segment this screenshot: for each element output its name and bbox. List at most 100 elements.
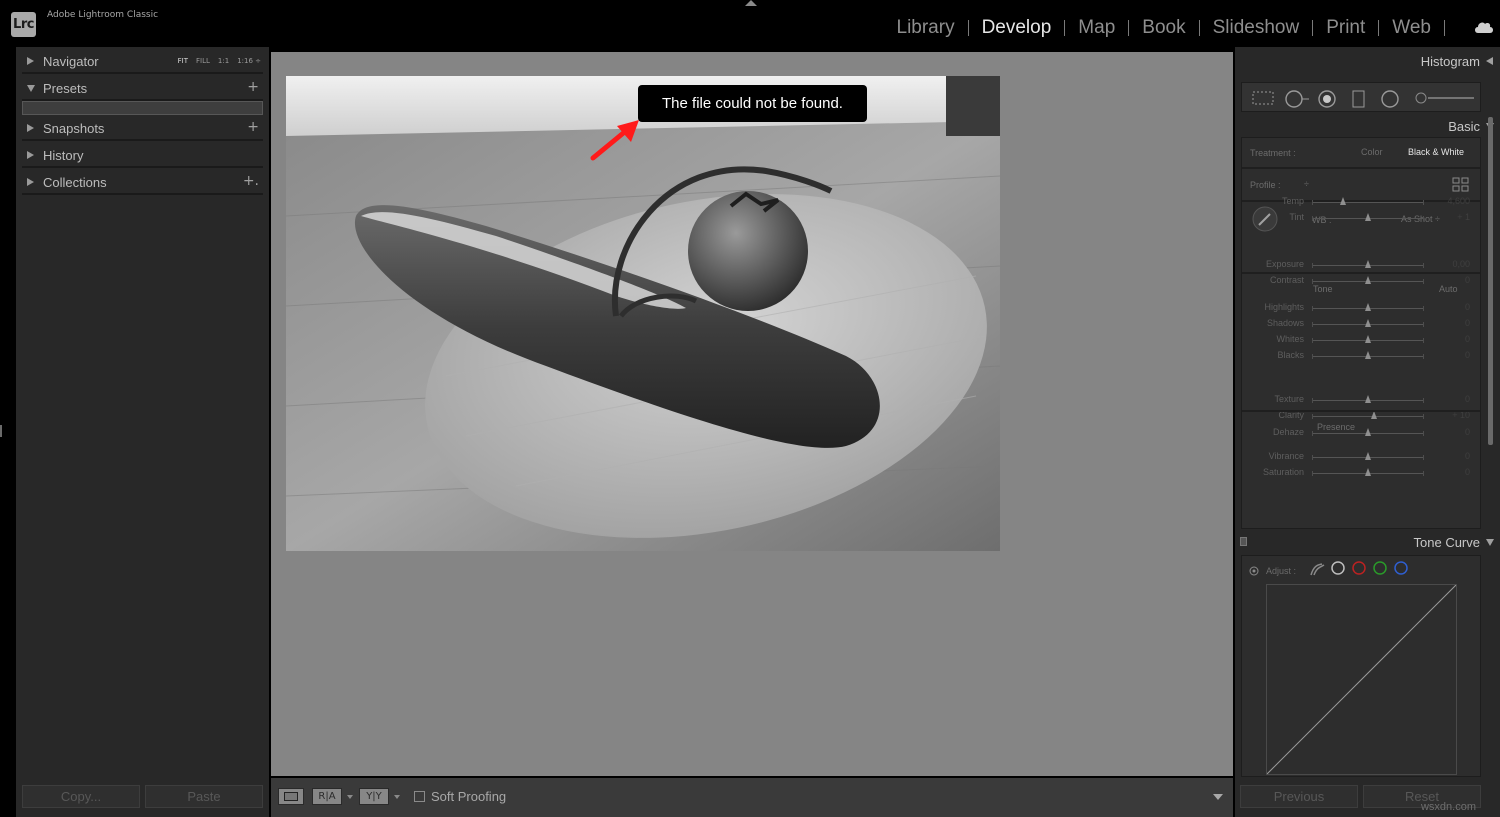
profile-dropdown[interactable]: ÷ (1304, 179, 1309, 189)
slider-knob[interactable] (1365, 428, 1371, 436)
slider-knob[interactable] (1365, 395, 1371, 403)
zoom-fit[interactable]: FIT (178, 57, 188, 65)
expand-triangle-icon (27, 57, 34, 65)
slider-knob[interactable] (1340, 197, 1347, 205)
slider-value-temp[interactable]: 4,600 (1430, 196, 1470, 206)
slider-knob[interactable] (1365, 276, 1371, 284)
slider-clarity[interactable] (1312, 411, 1424, 419)
module-slideshow[interactable]: Slideshow (1213, 17, 1300, 39)
module-book[interactable]: Book (1142, 17, 1185, 39)
module-develop[interactable]: Develop (982, 17, 1052, 39)
soft-proofing-checkbox[interactable] (414, 791, 425, 802)
tone-curve-graph[interactable] (1266, 584, 1457, 775)
crop-overlay-icon[interactable] (1252, 90, 1274, 106)
histogram-collapse-icon[interactable] (1486, 57, 1493, 65)
slider-knob[interactable] (1365, 260, 1371, 268)
collapse-triangle-icon (27, 85, 35, 92)
slider-value-tint[interactable]: + 1 (1430, 212, 1470, 222)
treatment-color-option[interactable]: Color (1361, 147, 1383, 157)
histogram-title[interactable]: Histogram (1421, 54, 1480, 69)
previous-button[interactable]: Previous (1240, 785, 1358, 808)
slider-whites[interactable] (1312, 335, 1424, 343)
slider-knob[interactable] (1365, 468, 1371, 476)
left-panel-toggle[interactable] (0, 425, 2, 437)
slider-value-dehaze[interactable]: 0 (1430, 427, 1470, 437)
slider-value-shadows[interactable]: 0 (1430, 318, 1470, 328)
tone-curve-collapse-icon[interactable] (1486, 539, 1494, 546)
navigator-header[interactable]: Navigator FIT FILL 1:1 1:16 ÷ (22, 48, 263, 74)
slider-value-exposure[interactable]: 0,00 (1430, 259, 1470, 269)
curve-red-icon[interactable] (1351, 560, 1367, 576)
before-after-dropdown-icon[interactable] (347, 795, 353, 799)
tone-curve-title[interactable]: Tone Curve (1414, 535, 1480, 550)
slider-shadows[interactable] (1312, 319, 1424, 327)
curve-green-icon[interactable] (1372, 560, 1388, 576)
history-header[interactable]: History (22, 142, 263, 168)
tone-auto-button[interactable]: Auto (1439, 284, 1458, 294)
loupe-view-icon[interactable] (278, 788, 304, 805)
slider-blacks[interactable] (1312, 351, 1424, 359)
profile-browser-icon[interactable] (1452, 177, 1470, 193)
collections-header[interactable]: Collections +. (22, 169, 263, 195)
slider-saturation[interactable] (1312, 468, 1424, 476)
slider-knob[interactable] (1365, 303, 1371, 311)
target-adjust-icon[interactable] (1249, 566, 1259, 576)
slider-value-whites[interactable]: 0 (1430, 334, 1470, 344)
module-web[interactable]: Web (1392, 17, 1431, 39)
zoom-1-1[interactable]: 1:1 (218, 57, 229, 65)
treatment-bw-option[interactable]: Black & White (1408, 147, 1464, 157)
red-eye-icon[interactable] (1318, 90, 1336, 108)
slider-tint[interactable] (1312, 213, 1424, 221)
add-preset-icon[interactable]: + (247, 79, 259, 95)
slider-knob[interactable] (1365, 319, 1371, 327)
before-after-yy-icon[interactable]: Y|Y (359, 788, 389, 805)
radial-filter-icon[interactable] (1380, 90, 1400, 108)
slider-value-vibrance[interactable]: 0 (1430, 451, 1470, 461)
copy-button[interactable]: Copy... (22, 785, 140, 808)
left-panel: Navigator FIT FILL 1:1 1:16 ÷ Presets + … (16, 47, 269, 817)
toolbar-menu-icon[interactable] (1213, 794, 1223, 800)
paste-button[interactable]: Paste (145, 785, 263, 808)
before-after-rr-icon[interactable]: R|A (312, 788, 342, 805)
zoom-custom[interactable]: 1:16 ÷ (237, 57, 261, 65)
slider-value-saturation[interactable]: 0 (1430, 467, 1470, 477)
slider-dehaze[interactable] (1312, 428, 1424, 436)
before-after-yy-dropdown-icon[interactable] (394, 795, 400, 799)
right-panel-scrollbar[interactable] (1488, 117, 1493, 445)
zoom-fill[interactable]: FILL (196, 57, 210, 65)
top-panel-toggle-icon[interactable] (745, 0, 757, 6)
module-library[interactable]: Library (897, 17, 955, 39)
curve-rgb-icon[interactable] (1330, 560, 1346, 576)
module-map[interactable]: Map (1078, 17, 1115, 39)
slider-highlights[interactable] (1312, 303, 1424, 311)
curve-blue-icon[interactable] (1393, 560, 1409, 576)
tone-curve-toggle-icon[interactable] (1240, 537, 1247, 546)
add-collection-icon[interactable]: +. (243, 173, 259, 189)
slider-knob[interactable] (1365, 351, 1371, 359)
slider-texture[interactable] (1312, 395, 1424, 403)
expand-triangle-icon (27, 151, 34, 159)
basic-title[interactable]: Basic (1448, 119, 1480, 134)
presets-filter-input[interactable] (22, 101, 263, 115)
slider-knob[interactable] (1365, 335, 1371, 343)
slider-value-texture[interactable]: 0 (1430, 394, 1470, 404)
snapshots-header[interactable]: Snapshots + (22, 115, 263, 141)
slider-contrast[interactable] (1312, 276, 1424, 284)
module-print[interactable]: Print (1326, 17, 1365, 39)
add-snapshot-icon[interactable]: + (247, 119, 259, 135)
slider-value-blacks[interactable]: 0 (1430, 350, 1470, 360)
graduated-filter-icon[interactable] (1352, 90, 1366, 108)
presets-header[interactable]: Presets + (22, 75, 263, 101)
slider-label-highlights: Highlights (1264, 302, 1304, 312)
slider-value-highlights[interactable]: 0 (1430, 302, 1470, 312)
cloud-icon[interactable] (1474, 21, 1494, 33)
slider-knob[interactable] (1365, 452, 1371, 460)
spot-removal-icon[interactable] (1284, 90, 1310, 108)
slider-exposure[interactable] (1312, 260, 1424, 268)
slider-vibrance[interactable] (1312, 452, 1424, 460)
slider-knob[interactable] (1370, 411, 1377, 419)
slider-temp[interactable] (1312, 197, 1424, 205)
module-picker: Library Develop Map Book Slideshow Print… (897, 17, 1459, 39)
adjustment-brush-icon[interactable] (1414, 90, 1476, 106)
slider-knob[interactable] (1365, 213, 1371, 221)
